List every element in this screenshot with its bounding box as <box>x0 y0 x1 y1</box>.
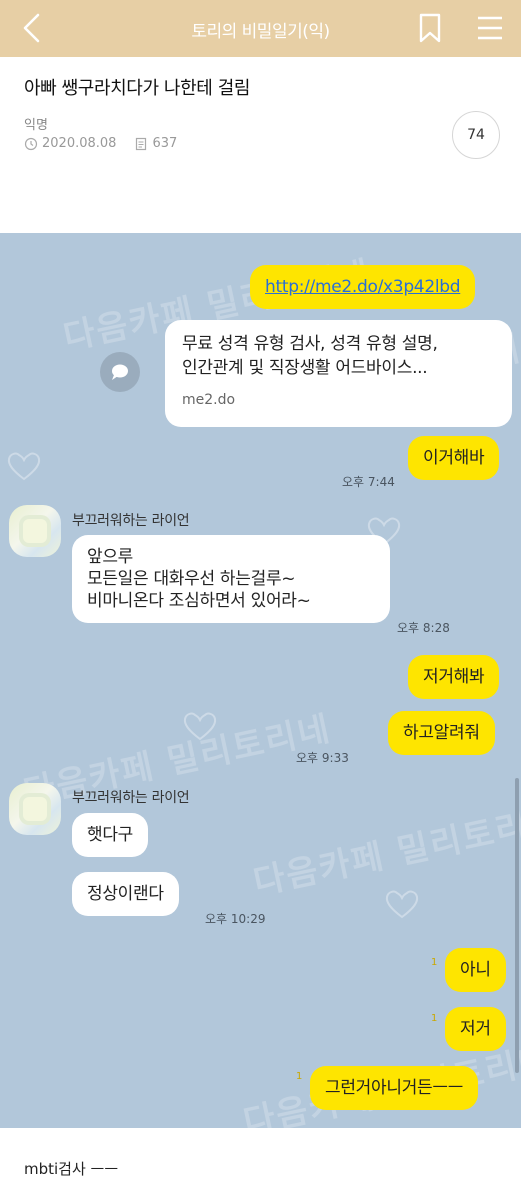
post-author: 익명 <box>24 118 48 133</box>
post-title: 아빠 쌩구라치다가 나한테 걸림 <box>24 78 251 99</box>
post-date: 2020.08.08 <box>42 136 117 151</box>
clock-icon <box>24 137 38 150</box>
bookmark-icon[interactable] <box>415 12 445 44</box>
document-icon <box>136 137 147 150</box>
message-time: 오후 10:29 <box>205 912 266 926</box>
paw-heart-watermark-icon <box>183 712 217 741</box>
chat-scrollbar[interactable] <box>515 778 519 1073</box>
watermark-text: 다음카페 밀리토리네 <box>249 798 521 904</box>
my-message-bubble[interactable]: 저거해봐 <box>408 655 500 699</box>
link-preview-card[interactable]: 무료 성격 유형 검사, 성격 유형 설명, 인간관계 및 직장생활 어드바이스… <box>165 320 512 427</box>
chat-screenshot: 다음카페 밀리토리네 다음카페 밀리토리네 다음카페 밀리토리네 다음카페 밀리… <box>0 233 521 1128</box>
post-body-text: mbti검사 ㅡㅡ <box>24 1160 119 1178</box>
view-count: 637 <box>134 136 177 151</box>
chat-bubble-icon <box>112 364 128 380</box>
friend-message-bubble[interactable]: 앞으루 모든일은 대화우선 하는걸루~ 비마니온다 조심하면서 있어라~ <box>72 535 390 623</box>
link-preview-domain: me2.do <box>182 392 236 408</box>
sender-name: 부끄러워하는 라이언 <box>72 513 190 529</box>
comment-count-button[interactable]: 74 <box>452 111 500 159</box>
message-time: 오후 8:28 <box>397 621 450 635</box>
link-preview-line-2: 인간관계 및 직장생활 어드바이스... <box>182 358 428 378</box>
message-line: 앞으루 <box>87 547 134 567</box>
share-button[interactable] <box>100 352 140 392</box>
paw-heart-watermark-icon <box>385 890 419 919</box>
paw-heart-watermark-icon <box>7 452 41 481</box>
my-message-bubble[interactable]: 아니 <box>445 948 506 992</box>
my-message-bubble[interactable]: 하고알려줘 <box>388 711 495 755</box>
my-message-bubble[interactable]: 이거해바 <box>408 436 500 480</box>
shared-link[interactable]: http://me2.do/x3p42lbd <box>265 277 461 297</box>
friend-avatar[interactable] <box>9 783 61 835</box>
my-message-bubble[interactable]: http://me2.do/x3p42lbd <box>250 265 476 309</box>
hamburger-menu-icon[interactable] <box>474 13 506 43</box>
post-meta: 2020.08.08 637 <box>24 136 177 151</box>
message-line: 비마니온다 조심하면서 있어라~ <box>87 591 311 611</box>
friend-message-bubble[interactable]: 정상이랜다 <box>72 872 179 916</box>
friend-avatar[interactable] <box>9 505 61 557</box>
app-header: 토리의 비밀일기(익) <box>0 0 521 57</box>
unread-count: 1 <box>431 957 438 968</box>
unread-count: 1 <box>296 1071 303 1082</box>
view-count-value: 637 <box>152 136 178 151</box>
friend-message-bubble[interactable]: 햇다구 <box>72 813 149 857</box>
message-time: 오후 9:33 <box>296 751 349 765</box>
unread-count: 1 <box>431 1013 438 1024</box>
link-preview-line-1: 무료 성격 유형 검사, 성격 유형 설명, <box>182 334 438 354</box>
my-message-bubble[interactable]: 저거 <box>445 1007 506 1051</box>
message-line: 모든일은 대화우선 하는걸루~ <box>87 569 296 589</box>
my-message-bubble[interactable]: 그런거아니거든ㅡㅡ <box>310 1066 479 1110</box>
sender-name: 부끄러워하는 라이언 <box>72 790 190 806</box>
message-time: 오후 7:44 <box>342 475 395 489</box>
